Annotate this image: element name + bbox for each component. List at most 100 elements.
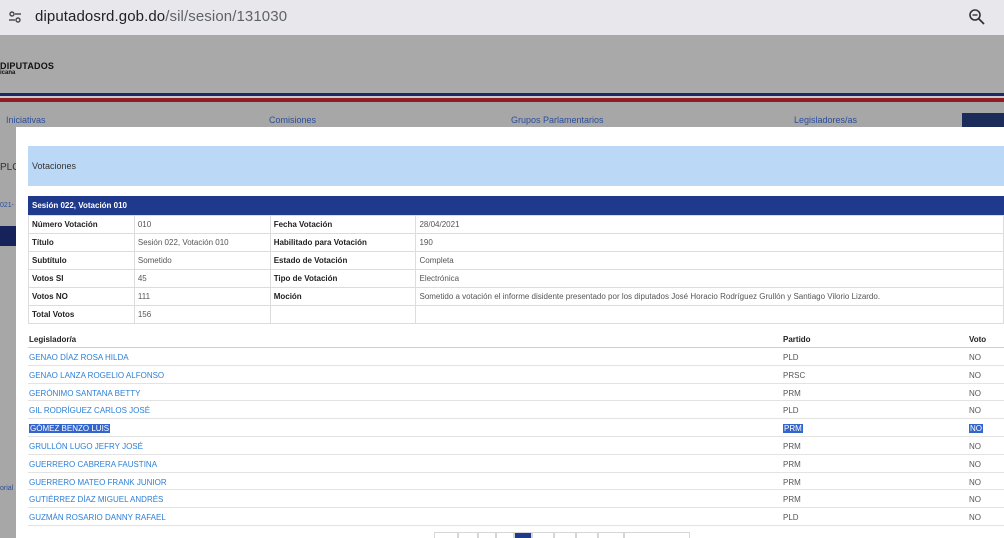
- column-header-partido: Partido: [783, 335, 811, 344]
- info-row: Total Votos 156: [28, 305, 1004, 324]
- table-row: GUERRERO CABRERA FAUSTINA PRM NO: [28, 455, 1004, 473]
- page-button[interactable]: [554, 532, 576, 538]
- nav-item-comisiones[interactable]: Comisiones: [269, 115, 316, 125]
- legislator-link[interactable]: GIL RODRÍGUEZ CARLOS JOSÉ: [29, 406, 150, 415]
- vote-cell: NO: [969, 406, 981, 416]
- legislator-link[interactable]: GUTIÉRREZ DÍAZ MIGUEL ANDRÉS: [29, 495, 163, 504]
- legislator-link[interactable]: GUERRERO MATEO FRANK JUNIOR: [29, 478, 167, 487]
- votaciones-modal: Votaciones Sesión 022, Votación 010 Núme…: [16, 127, 1004, 538]
- nav-item-legisladores[interactable]: Legisladores/as: [794, 115, 857, 125]
- column-header-voto: Voto: [969, 335, 987, 344]
- party-cell: PRM: [783, 459, 801, 469]
- header-stripe-red: [0, 98, 1004, 102]
- info-label: Número Votación: [28, 215, 135, 234]
- nav-item-grupos[interactable]: Grupos Parlamentarios: [511, 115, 604, 125]
- vote-info-table: Número Votación 010 Fecha Votación 28/04…: [28, 215, 1004, 324]
- vote-cell: NO: [969, 388, 981, 398]
- site-settings-icon[interactable]: [7, 9, 23, 25]
- page-button-next[interactable]: [624, 532, 690, 538]
- page-button[interactable]: [458, 532, 478, 538]
- page-button[interactable]: [434, 532, 458, 538]
- legislator-link[interactable]: GUZMÁN ROSARIO DANNY RAFAEL: [29, 513, 166, 522]
- info-value: 45: [133, 269, 271, 288]
- page-button[interactable]: [532, 532, 554, 538]
- address-bar[interactable]: diputadosrd.gob.do/sil/sesion/131030: [0, 0, 1004, 35]
- info-value: Sometido a votación el informe disidente…: [415, 287, 1004, 306]
- party-cell: PLD: [783, 353, 799, 362]
- page-button[interactable]: [576, 532, 598, 538]
- info-value: Completa: [415, 251, 1004, 270]
- party-cell: PRSC: [783, 370, 806, 380]
- legislator-link[interactable]: GUERRERO CABRERA FAUSTINA: [29, 460, 157, 469]
- legislator-link[interactable]: GERÓNIMO SANTANA BETTY: [29, 389, 140, 398]
- info-empty-cell: [415, 305, 1004, 324]
- vote-cell: NO: [969, 459, 981, 469]
- table-row: GRULLÓN LUGO JEFRY JOSÉ PRM NO: [28, 437, 1004, 455]
- vote-cell: NO: [969, 442, 981, 451]
- party-cell: PRM: [783, 442, 801, 451]
- modal-title-bar: Votaciones: [28, 146, 1004, 186]
- url-path: /sil/sesion/131030: [165, 8, 288, 25]
- info-value: 190: [415, 233, 1004, 252]
- info-label: Habilitado para Votación: [269, 233, 417, 252]
- zoom-icon[interactable]: [968, 8, 986, 26]
- site-logo-subtext: icana: [0, 70, 16, 76]
- url-host: diputadosrd.gob.do: [35, 8, 166, 25]
- page-button[interactable]: [496, 532, 514, 538]
- legislator-link[interactable]: GÓMEZ BENZO LUIS: [29, 424, 111, 434]
- info-value: 111: [133, 287, 271, 306]
- vote-cell: NO: [969, 513, 981, 523]
- vote-cell: NO: [969, 370, 981, 380]
- legislator-link[interactable]: GENAO DÍAZ ROSA HILDA: [29, 353, 129, 362]
- info-label: Moción: [269, 287, 417, 306]
- votes-table-header: Legislador/a Partido Voto: [28, 331, 1004, 348]
- info-row: Número Votación 010 Fecha Votación 28/04…: [28, 215, 1004, 234]
- vote-cell: NO: [969, 424, 983, 434]
- table-row: GERÓNIMO SANTANA BETTY PRM NO: [28, 384, 1004, 402]
- site-header: DIPUTADOS icana: [0, 35, 1004, 93]
- info-empty-cell: [269, 305, 417, 324]
- info-label: Tipo de Votación: [269, 269, 417, 288]
- info-row: Subtítulo Sometido Estado de Votación Co…: [28, 251, 1004, 270]
- page-button-active[interactable]: [514, 532, 532, 538]
- legislator-link[interactable]: GRULLÓN LUGO JEFRY JOSÉ: [29, 442, 143, 451]
- table-row: GUZMÁN ROSARIO DANNY RAFAEL PLD NO: [28, 508, 1004, 526]
- info-label: Total Votos: [28, 305, 135, 324]
- column-header-legislador: Legislador/a: [29, 335, 77, 344]
- table-row: GUERRERO MATEO FRANK JUNIOR PRM NO: [28, 473, 1004, 491]
- page-button[interactable]: [598, 532, 624, 538]
- info-value: Electrónica: [415, 269, 1004, 288]
- side-fragment-2: 021-: [0, 202, 15, 209]
- info-row: Votos NO 111 Moción Sometido a votación …: [28, 287, 1004, 306]
- info-row: Título Sesión 022, Votación 010 Habilita…: [28, 233, 1004, 252]
- table-row-selected: GÓMEZ BENZO LUIS PRM NO: [28, 419, 1004, 437]
- table-row: GENAO DÍAZ ROSA HILDA PLD NO: [28, 348, 1004, 366]
- party-cell: PRM: [783, 495, 801, 505]
- table-row: GENAO LANZA ROGELIO ALFONSO PRSC NO: [28, 366, 1004, 384]
- info-value: Sometido: [133, 251, 271, 270]
- info-label: Título: [28, 233, 135, 252]
- vote-cell: NO: [969, 495, 981, 505]
- party-cell: PRM: [783, 424, 803, 434]
- vote-cell: NO: [969, 477, 981, 487]
- party-cell: PRM: [783, 388, 801, 398]
- vote-cell: NO: [969, 353, 981, 362]
- section-title: Sesión 022, Votación 010: [32, 201, 128, 210]
- table-row: GIL RODRÍGUEZ CARLOS JOSÉ PLD NO: [28, 401, 1004, 420]
- party-cell: PLD: [783, 513, 799, 523]
- table-row: GUTIÉRREZ DÍAZ MIGUEL ANDRÉS PRM NO: [28, 490, 1004, 509]
- info-value: 156: [133, 305, 271, 324]
- info-label: Votos SI: [28, 269, 135, 288]
- side-fragment-3: orial: [0, 485, 14, 492]
- nav-item-iniciativas[interactable]: Iniciativas: [6, 115, 46, 125]
- pagination: [434, 532, 690, 538]
- url-text[interactable]: diputadosrd.gob.do/sil/sesion/131030: [35, 8, 287, 25]
- info-label: Fecha Votación: [269, 215, 417, 234]
- info-label: Votos NO: [28, 287, 135, 306]
- info-value: 010: [133, 215, 271, 234]
- legislator-link[interactable]: GENAO LANZA ROGELIO ALFONSO: [29, 371, 164, 380]
- browser-toolbar: diputadosrd.gob.do/sil/sesion/131030: [0, 0, 1004, 35]
- info-label: Subtítulo: [28, 251, 135, 270]
- page-button[interactable]: [478, 532, 496, 538]
- party-cell: PRM: [783, 477, 801, 487]
